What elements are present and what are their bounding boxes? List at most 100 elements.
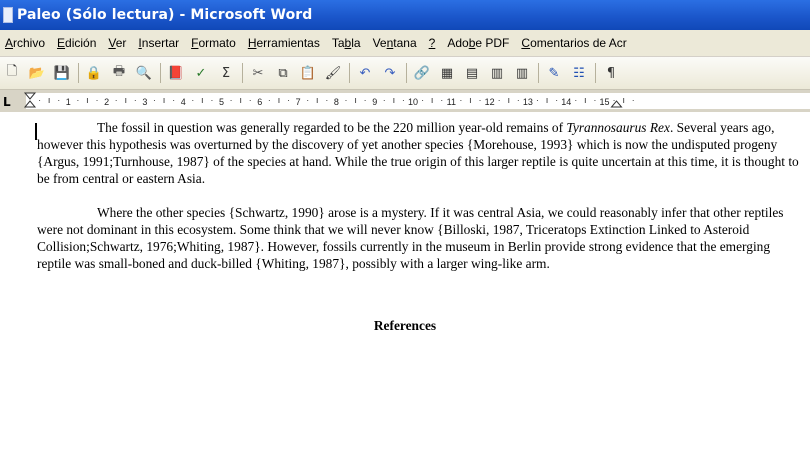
- toolbar-separator: [160, 63, 161, 83]
- ruler-dot: [230, 100, 232, 101]
- para2-text: Where the other species {Schwartz, 1990}…: [37, 205, 784, 271]
- ruler-dot: [192, 100, 194, 101]
- ruler-number: 3: [142, 97, 147, 107]
- toolbar-separator: [538, 63, 539, 83]
- ruler-number: 12: [485, 97, 495, 107]
- toolbar-separator: [78, 63, 79, 83]
- ruler-dot: [498, 100, 500, 101]
- title-bar: Paleo (Sólo lectura) - Microsoft Word: [0, 0, 810, 30]
- ruler-dot: [115, 100, 117, 101]
- references-heading: References: [373, 318, 437, 333]
- ruler-number: 8: [334, 97, 339, 107]
- research-icon[interactable]: 📕: [167, 64, 185, 82]
- toolbar-separator: [406, 63, 407, 83]
- ruler-dot: [594, 100, 596, 101]
- document-map-icon[interactable]: ☷: [570, 64, 588, 82]
- columns-icon[interactable]: ▥: [513, 64, 531, 82]
- ruler-dot: [632, 100, 634, 101]
- ruler-number: 1: [66, 97, 71, 107]
- toolbar-separator: [242, 63, 243, 83]
- ruler-dot: [153, 100, 155, 101]
- ruler-dot: [134, 100, 136, 101]
- menu-bar: Archivo Edición Ver Insertar Formato Herramie…: [0, 30, 810, 57]
- menu-insertar[interactable]: Insertar: [138, 36, 179, 50]
- ruler-dot: [268, 100, 270, 101]
- paste-icon[interactable]: 📋: [299, 64, 317, 82]
- paragraph-2: Where the other species {Schwartz, 1990}…: [37, 204, 799, 272]
- ruler-dot: [422, 100, 424, 101]
- ruler-dot: [613, 100, 615, 101]
- para1-italic: Tyrannosaurus Rex: [566, 120, 670, 135]
- ruler-number: 14: [561, 97, 571, 107]
- ruler-dot: [211, 100, 213, 101]
- ruler-number: 10: [408, 97, 418, 107]
- ruler-dot: [288, 100, 290, 101]
- ruler-dot: [517, 100, 519, 101]
- hyperlink-icon[interactable]: 🔗: [413, 64, 431, 82]
- ruler-number: 5: [219, 97, 224, 107]
- ruler-dot: [345, 100, 347, 101]
- ruler-dot: [556, 100, 558, 101]
- ruler-dot: [575, 100, 577, 101]
- insert-excel-icon[interactable]: ▥: [488, 64, 506, 82]
- menu-formato[interactable]: Formato: [191, 36, 236, 50]
- document-page[interactable]: The fossil in question was generally reg…: [0, 112, 810, 462]
- indent-marker-icon[interactable]: [23, 92, 37, 108]
- ruler-dot: [364, 100, 366, 101]
- cut-icon[interactable]: ✂: [249, 64, 267, 82]
- window-title: Paleo (Sólo lectura) - Microsoft Word: [17, 7, 313, 23]
- ruler-dot: [58, 100, 60, 101]
- ruler-dot: [326, 100, 328, 101]
- toolbar-separator: [595, 63, 596, 83]
- show-formatting-icon[interactable]: ¶: [602, 64, 620, 82]
- word-count-icon[interactable]: Σ: [217, 64, 235, 82]
- ruler-dot: [402, 100, 404, 101]
- text-cursor: [35, 123, 37, 140]
- permission-icon[interactable]: 🔒: [85, 64, 103, 82]
- menu-comentarios-de-acr[interactable]: Comentarios de Acr: [521, 36, 626, 50]
- redo-icon[interactable]: ↷: [381, 64, 399, 82]
- menu-edici-n[interactable]: Edición: [57, 36, 96, 50]
- ruler-dot: [77, 100, 79, 101]
- ruler-number: 4: [181, 97, 186, 107]
- tab-selector-icon[interactable]: L: [3, 95, 11, 109]
- undo-icon[interactable]: ↶: [356, 64, 374, 82]
- ruler-dot: [536, 100, 538, 101]
- ruler-number: 6: [257, 97, 262, 107]
- print-preview-icon[interactable]: 🔍: [135, 64, 153, 82]
- tables-borders-icon[interactable]: ▦: [438, 64, 456, 82]
- ruler-number: 13: [523, 97, 533, 107]
- paragraph-1: The fossil in question was generally reg…: [37, 119, 799, 187]
- insert-table-icon[interactable]: ▤: [463, 64, 481, 82]
- document-icon: [3, 7, 13, 23]
- print-icon[interactable]: 🖶: [110, 64, 128, 82]
- menu-adobe-pdf[interactable]: Adobe PDF: [447, 36, 509, 50]
- drawing-icon[interactable]: ✎: [545, 64, 563, 82]
- menu-tabla[interactable]: Tabla: [332, 36, 361, 50]
- toolbar-separator: [349, 63, 350, 83]
- standard-toolbar: 🗋 📂 💾 🔒 🖶 🔍 📕 ✓ Σ ✂ ⧉ 📋 🖌 ↶ ↷ 🔗 ▦ ▤ ▥ ▥ ✎ ☷ ¶: [0, 57, 810, 90]
- ruler-dot: [39, 100, 41, 101]
- menu-archivo[interactable]: Archivo: [5, 36, 45, 50]
- menu-help[interactable]: ?: [429, 36, 436, 50]
- menu-ventana[interactable]: Ventana: [373, 36, 417, 50]
- spelling-icon[interactable]: ✓: [192, 64, 210, 82]
- format-painter-icon[interactable]: 🖌: [324, 64, 342, 82]
- ruler-dot: [96, 100, 98, 101]
- new-document-icon[interactable]: 🗋: [3, 64, 21, 82]
- menu-ver[interactable]: Ver: [108, 36, 126, 50]
- ruler-dot: [383, 100, 385, 101]
- save-icon[interactable]: 💾: [53, 64, 71, 82]
- open-folder-icon[interactable]: 📂: [28, 64, 46, 82]
- ruler-number: 15: [599, 97, 609, 107]
- right-indent-marker-icon[interactable]: [610, 100, 623, 108]
- ruler-dot: [460, 100, 462, 101]
- menu-herramientas[interactable]: Herramientas: [248, 36, 320, 50]
- horizontal-ruler[interactable]: L 1 2 3 4 5 6 7 8 9 10 11 12 13 14 15: [0, 90, 810, 112]
- ruler-number: 9: [372, 97, 377, 107]
- ruler-dot: [249, 100, 251, 101]
- copy-icon[interactable]: ⧉: [274, 64, 292, 82]
- ruler-number: 11: [447, 97, 456, 107]
- ruler-dot: [173, 100, 175, 101]
- ruler-number: 7: [296, 97, 301, 107]
